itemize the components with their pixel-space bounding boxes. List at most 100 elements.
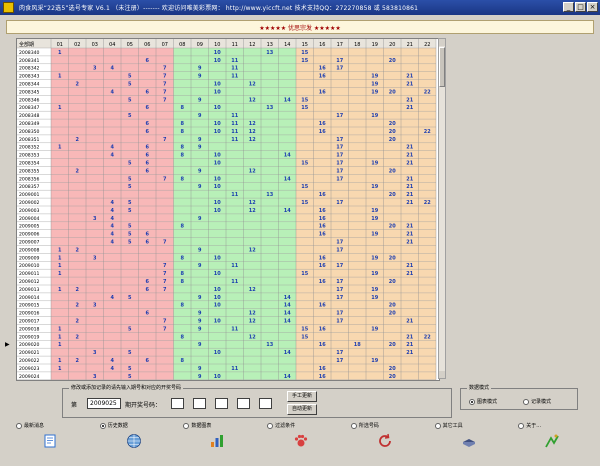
- record-mode-radio[interactable]: 记录模式: [523, 398, 551, 405]
- grid-cell-number[interactable]: 17: [336, 58, 343, 64]
- toolbar-item-7[interactable]: 关于...: [510, 420, 594, 460]
- grid-cell-number[interactable]: 10: [214, 82, 221, 88]
- column-header-05[interactable]: 05: [127, 42, 133, 48]
- auto-update-button[interactable]: 自动更新: [287, 404, 317, 415]
- draw-number-input-4[interactable]: [237, 398, 250, 409]
- row-period[interactable]: 2008344: [19, 82, 40, 88]
- row-period[interactable]: 2009021: [19, 350, 40, 356]
- grid-cell-number[interactable]: 4: [111, 145, 115, 151]
- grid-cell-number[interactable]: 16: [319, 342, 326, 348]
- row-period[interactable]: 2009007: [19, 240, 40, 246]
- page-icon[interactable]: [42, 433, 58, 449]
- grid-cell-number[interactable]: 1: [58, 74, 62, 80]
- grid-cell-number[interactable]: 19: [371, 255, 378, 261]
- grid-cell-number[interactable]: 14: [284, 303, 291, 309]
- grid-cell-number[interactable]: 5: [128, 240, 132, 246]
- row-period[interactable]: 2009023: [19, 366, 40, 372]
- grid-cell-number[interactable]: 20: [389, 311, 396, 317]
- grid-cell-number[interactable]: 12: [249, 97, 256, 103]
- grid-cell-number[interactable]: 2: [76, 334, 80, 340]
- grid-cell-number[interactable]: 7: [163, 66, 167, 72]
- grid-cell-number[interactable]: 14: [284, 319, 291, 325]
- grid-cell-number[interactable]: 8: [181, 224, 185, 230]
- row-period[interactable]: 2009022: [19, 358, 40, 364]
- grid-cell-number[interactable]: 21: [406, 97, 413, 103]
- grid-cell-number[interactable]: 9: [198, 216, 202, 222]
- grid-cell-number[interactable]: 15: [301, 58, 308, 64]
- grid-cell-number[interactable]: 17: [336, 287, 343, 293]
- grid-cell-number[interactable]: 1: [58, 326, 62, 332]
- row-period[interactable]: 2009003: [19, 208, 40, 214]
- toolbar-radio-2[interactable]: 历史数据: [99, 422, 128, 429]
- row-period[interactable]: 2009020: [19, 342, 40, 348]
- grid-cell-number[interactable]: 9: [198, 295, 202, 301]
- grid-cell-number[interactable]: 20: [389, 121, 396, 127]
- row-period[interactable]: 2008348: [19, 113, 40, 119]
- draw-number-input-5[interactable]: [259, 398, 272, 409]
- grid-cell-number[interactable]: 5: [128, 232, 132, 238]
- grid-cell-number[interactable]: 17: [336, 66, 343, 72]
- grid-cell-number[interactable]: 7: [163, 271, 167, 277]
- grid-cell-number[interactable]: 19: [371, 295, 378, 301]
- grid-cell-number[interactable]: 2: [76, 319, 80, 325]
- grid-cell-number[interactable]: 5: [128, 74, 132, 80]
- grid-cell-number[interactable]: 14: [284, 350, 291, 356]
- row-period[interactable]: 2008355: [19, 168, 40, 174]
- grid-cell-number[interactable]: 5: [128, 200, 132, 206]
- scroll-up-button[interactable]: [439, 39, 445, 46]
- row-period[interactable]: 2009006: [19, 232, 40, 238]
- grid-cell-number[interactable]: 10: [214, 161, 221, 167]
- row-period[interactable]: 2008343: [19, 74, 40, 80]
- grid-cell-number[interactable]: 20: [389, 168, 396, 174]
- toolbar-item-2[interactable]: 历史数据: [92, 420, 176, 460]
- grid-cell-number[interactable]: 7: [163, 263, 167, 269]
- grid-cell-number[interactable]: 11: [231, 326, 238, 332]
- grid-cell-number[interactable]: 16: [319, 374, 326, 380]
- grid-cell-number[interactable]: 21: [406, 271, 413, 277]
- grid-cell-number[interactable]: 8: [181, 303, 185, 309]
- grid-cell-number[interactable]: 1: [58, 50, 62, 56]
- grid-cell-number[interactable]: 7: [163, 89, 167, 95]
- grid-cell-number[interactable]: 12: [249, 287, 256, 293]
- grid-cell-number[interactable]: 17: [336, 263, 343, 269]
- grid-cell-number[interactable]: 8: [181, 358, 185, 364]
- row-period[interactable]: 2009016: [19, 311, 40, 317]
- grid-cell-number[interactable]: 20: [389, 192, 396, 198]
- book-icon[interactable]: [461, 433, 477, 449]
- grid-cell-number[interactable]: 21: [406, 342, 413, 348]
- column-header-04[interactable]: 04: [109, 42, 115, 48]
- grid-cell-number[interactable]: 10: [214, 105, 221, 111]
- grid-cell-number[interactable]: 14: [284, 176, 291, 182]
- grid-cell-number[interactable]: 3: [93, 303, 97, 309]
- grid-cell-number[interactable]: 7: [163, 74, 167, 80]
- grid-cell-number[interactable]: 20: [389, 89, 396, 95]
- grid-cell-number[interactable]: 17: [336, 145, 343, 151]
- grid-cell-number[interactable]: 10: [214, 255, 221, 261]
- grid-cell-number[interactable]: 16: [319, 366, 326, 372]
- column-header-02[interactable]: 02: [74, 42, 80, 48]
- toolbar-radio-6[interactable]: 其它工具: [434, 422, 463, 429]
- minimize-button[interactable]: _: [563, 2, 574, 12]
- chart-icon[interactable]: [209, 433, 225, 449]
- grid-cell-number[interactable]: 7: [163, 176, 167, 182]
- grid-cell-number[interactable]: 15: [301, 105, 308, 111]
- toolbar-radio-4[interactable]: 过滤条件: [267, 422, 295, 429]
- vertical-scrollbar[interactable]: [438, 38, 446, 379]
- grid-cell-number[interactable]: 16: [319, 326, 326, 332]
- grid-cell-number[interactable]: 17: [336, 200, 343, 206]
- column-header-06[interactable]: 06: [144, 42, 150, 48]
- grid-cell-number[interactable]: 12: [249, 168, 256, 174]
- grid-cell-number[interactable]: 17: [336, 295, 343, 301]
- grid-cell-number[interactable]: 9: [198, 168, 202, 174]
- grid-cell-number[interactable]: 7: [163, 137, 167, 143]
- grid-cell-number[interactable]: 20: [389, 224, 396, 230]
- grid-cell-number[interactable]: 7: [163, 287, 167, 293]
- grid-cell-number[interactable]: 6: [146, 161, 150, 167]
- grid-cell-number[interactable]: 22: [424, 334, 431, 340]
- data-grid[interactable]: 全部期 01 02 03 04 05 06 07 08 09 10 11 12 13 14 15 16 17 18 1…: [16, 38, 440, 381]
- grid-cell-number[interactable]: 9: [198, 311, 202, 317]
- grid-cell-number[interactable]: 3: [93, 374, 97, 380]
- scroll-down-button[interactable]: [439, 371, 445, 378]
- grid-cell-number[interactable]: 10: [214, 58, 221, 64]
- grid-cell-number[interactable]: 7: [163, 279, 167, 285]
